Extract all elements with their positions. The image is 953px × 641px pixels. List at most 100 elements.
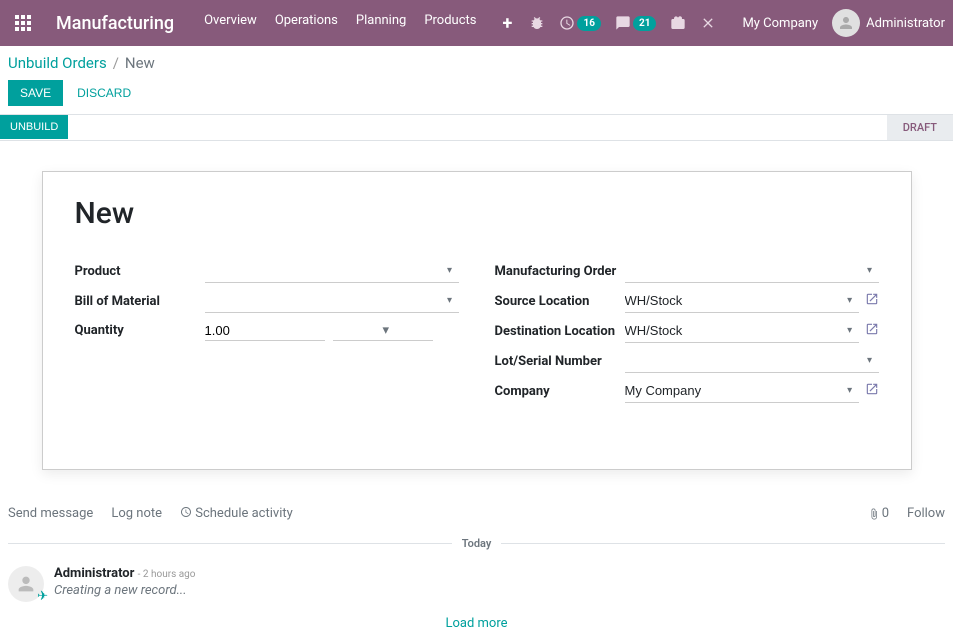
label-dest: Destination Location bbox=[495, 320, 625, 343]
follow-button[interactable]: Follow bbox=[907, 506, 945, 521]
row-lot: Lot/Serial Number ▾ bbox=[495, 349, 879, 373]
dest-field[interactable]: ▾ bbox=[625, 319, 859, 343]
navbar-right: 16 21 My Company Administrator bbox=[529, 9, 945, 37]
schedule-activity-button[interactable]: Schedule activity bbox=[180, 506, 293, 521]
user-name: Administrator bbox=[866, 16, 945, 31]
source-input[interactable] bbox=[625, 291, 848, 310]
unbuild-button[interactable]: Unbuild bbox=[0, 115, 68, 139]
row-mo: Manufacturing Order ▾ bbox=[495, 259, 879, 283]
discard-button[interactable]: Discard bbox=[77, 86, 131, 100]
chevron-down-icon[interactable]: ▾ bbox=[847, 325, 858, 336]
row-bom: Bill of Material ▾ bbox=[75, 289, 459, 313]
nav-menu: Overview Operations Planning Products + bbox=[204, 13, 512, 34]
chevron-down-icon[interactable]: ▾ bbox=[847, 385, 858, 396]
chevron-down-icon[interactable]: ▾ bbox=[867, 355, 878, 366]
lot-input[interactable] bbox=[625, 351, 868, 370]
chatter-message: ✈ Administrator - 2 hours ago Creating a… bbox=[8, 562, 945, 612]
uom-field[interactable]: ▾ bbox=[333, 321, 433, 341]
product-field[interactable]: ▾ bbox=[205, 259, 459, 283]
label-product: Product bbox=[75, 260, 205, 283]
navbar-left: Manufacturing Overview Operations Planni… bbox=[8, 8, 529, 38]
mo-field[interactable]: ▾ bbox=[625, 259, 879, 283]
chatter-actions: Send message Log note Schedule activity … bbox=[8, 498, 945, 529]
label-lot: Lot/Serial Number bbox=[495, 350, 625, 373]
external-link-icon[interactable] bbox=[865, 322, 879, 340]
nav-operations[interactable]: Operations bbox=[275, 13, 338, 34]
product-input[interactable] bbox=[205, 261, 448, 280]
chevron-down-icon[interactable]: ▾ bbox=[447, 265, 458, 276]
chevron-down-icon[interactable]: ▾ bbox=[847, 295, 858, 306]
activities-badge: 16 bbox=[577, 16, 600, 31]
form-col-right: Manufacturing Order ▾ Source Location ▾ bbox=[495, 259, 879, 409]
nav-sys: 16 21 bbox=[529, 15, 716, 31]
external-link-icon[interactable] bbox=[865, 382, 879, 400]
row-product: Product ▾ bbox=[75, 259, 459, 283]
company-field[interactable]: ▾ bbox=[625, 379, 859, 403]
paperclip-icon bbox=[868, 508, 880, 520]
label-quantity: Quantity bbox=[75, 319, 205, 342]
nav-products[interactable]: Products bbox=[424, 13, 476, 34]
form-col-left: Product ▾ Bill of Material ▾ bbox=[75, 259, 459, 409]
label-source: Source Location bbox=[495, 290, 625, 313]
row-quantity: Quantity ▾ bbox=[75, 319, 459, 342]
chevron-down-icon[interactable]: ▾ bbox=[447, 295, 458, 306]
form-columns: Product ▾ Bill of Material ▾ bbox=[75, 259, 879, 409]
breadcrumb-sep: / bbox=[113, 54, 119, 72]
chatter-separator: Today bbox=[8, 537, 945, 550]
control-row: Unbuild Orders / New Save Discard bbox=[0, 46, 953, 108]
breadcrumb: Unbuild Orders / New bbox=[8, 54, 937, 72]
nav-plus-icon[interactable]: + bbox=[503, 13, 513, 34]
apps-icon[interactable] bbox=[8, 8, 38, 38]
status-draft[interactable]: Draft bbox=[887, 115, 953, 140]
navbar: Manufacturing Overview Operations Planni… bbox=[0, 0, 953, 46]
gift-icon[interactable] bbox=[670, 15, 686, 31]
label-company: Company bbox=[495, 380, 625, 403]
form-sheet: New Product ▾ Bill of Material bbox=[42, 171, 912, 470]
message-time: - 2 hours ago bbox=[138, 569, 196, 580]
activities-icon[interactable]: 16 bbox=[559, 15, 600, 31]
bug-icon[interactable] bbox=[529, 15, 545, 31]
avatar-icon bbox=[832, 9, 860, 37]
source-field[interactable]: ▾ bbox=[625, 289, 859, 313]
row-company: Company ▾ bbox=[495, 379, 879, 403]
bom-field[interactable]: ▾ bbox=[205, 289, 459, 313]
discuss-icon[interactable]: 21 bbox=[615, 15, 656, 31]
breadcrumb-current: New bbox=[125, 54, 155, 72]
app-name[interactable]: Manufacturing bbox=[56, 13, 174, 34]
quantity-input[interactable] bbox=[205, 321, 325, 340]
avatar-icon: ✈ bbox=[8, 566, 44, 602]
breadcrumb-parent[interactable]: Unbuild Orders bbox=[8, 54, 107, 72]
label-bom: Bill of Material bbox=[75, 290, 205, 313]
row-source: Source Location ▾ bbox=[495, 289, 879, 313]
company-input[interactable] bbox=[625, 381, 848, 400]
mo-input[interactable] bbox=[625, 261, 868, 280]
send-message-button[interactable]: Send message bbox=[8, 506, 93, 521]
row-dest: Destination Location ▾ bbox=[495, 319, 879, 343]
status-bar: Unbuild Draft bbox=[0, 114, 953, 141]
chatter: Send message Log note Schedule activity … bbox=[0, 490, 953, 641]
page-title: New bbox=[75, 196, 879, 231]
lot-field[interactable]: ▾ bbox=[625, 349, 879, 373]
nav-planning[interactable]: Planning bbox=[356, 13, 406, 34]
nav-overview[interactable]: Overview bbox=[204, 13, 257, 34]
external-link-icon[interactable] bbox=[865, 292, 879, 310]
status-left: Unbuild bbox=[0, 115, 68, 140]
message-body: Administrator - 2 hours ago Creating a n… bbox=[54, 566, 196, 602]
clock-icon bbox=[180, 506, 192, 518]
dest-input[interactable] bbox=[625, 321, 848, 340]
chevron-down-icon[interactable]: ▾ bbox=[867, 265, 878, 276]
close-tool-icon[interactable] bbox=[700, 15, 716, 31]
presence-icon: ✈ bbox=[37, 589, 48, 604]
bom-input[interactable] bbox=[205, 291, 448, 310]
message-text: Creating a new record... bbox=[54, 583, 196, 598]
quantity-field[interactable] bbox=[205, 321, 325, 341]
attachment-count[interactable]: 0 bbox=[868, 506, 889, 521]
company-switcher[interactable]: My Company bbox=[742, 16, 818, 31]
chevron-down-icon[interactable]: ▾ bbox=[383, 323, 433, 338]
message-author[interactable]: Administrator bbox=[54, 566, 134, 581]
save-button[interactable]: Save bbox=[8, 80, 63, 106]
form-actions: Save Discard bbox=[8, 80, 937, 106]
load-more-button[interactable]: Load more bbox=[8, 612, 945, 641]
user-menu[interactable]: Administrator bbox=[832, 9, 945, 37]
log-note-button[interactable]: Log note bbox=[111, 506, 162, 521]
